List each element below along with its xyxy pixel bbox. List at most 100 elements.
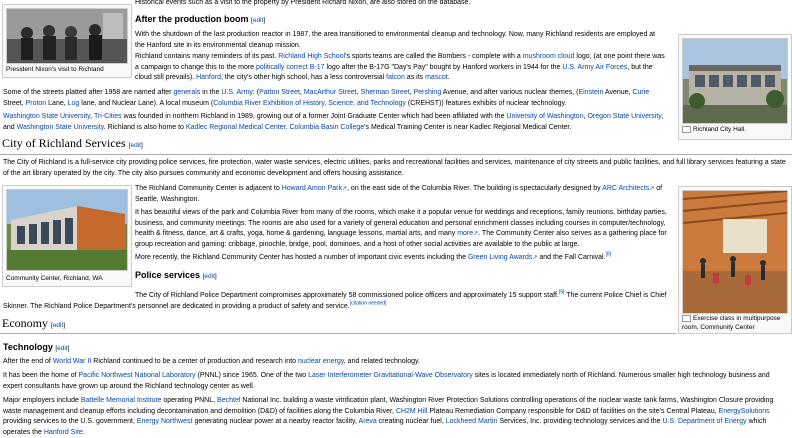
edit-link[interactable]: edit [57, 345, 67, 352]
link-howard-amon-park[interactable]: Howard Amon Park [282, 185, 342, 192]
citation-needed[interactable]: [citation needed] [350, 300, 387, 306]
link-us-doe[interactable]: U.S. Department of Energy [662, 418, 746, 425]
nixon-photo[interactable] [6, 8, 128, 64]
link-mascot[interactable]: mascot [425, 74, 448, 81]
link-politically-correct[interactable]: politically correct [256, 64, 308, 71]
link-log[interactable]: Log [68, 100, 80, 107]
text: Major employers include [3, 397, 79, 404]
text: and the Fall Carnival. [539, 254, 606, 261]
text: 's Medical Training Center is near Kadle… [364, 123, 572, 131]
edit-link[interactable]: edit [253, 17, 263, 24]
link-energysolutions[interactable]: EnergySolutions [719, 408, 770, 415]
text: . [447, 74, 450, 81]
enlarge-icon[interactable] [682, 314, 691, 322]
link-einstein[interactable]: Einstein [578, 89, 603, 96]
technology-para-2: It has been the home of Pacific Northwes… [3, 371, 791, 392]
link-more[interactable]: more [457, 230, 473, 237]
link-hanford[interactable]: Hanford [196, 74, 221, 81]
caption-text: Exercise class in multipurpose room, Com… [682, 315, 781, 331]
link-osu[interactable]: Oregon State University [587, 113, 661, 120]
text: . [82, 428, 85, 436]
community-center-photo[interactable] [6, 189, 128, 271]
link-sherman-street[interactable]: Sherman Street [361, 89, 410, 96]
link-us-army-air-forces[interactable]: U.S. Army Air Forces [562, 64, 627, 71]
heading-rule [0, 333, 676, 334]
text: logo after the B-17G "Day's Pay" bought … [326, 63, 561, 71]
link-richland-high-school[interactable]: Richland High School [278, 53, 345, 60]
text: in the [202, 89, 220, 96]
production-boom-para-2: Richland contains many reminders of its … [135, 52, 670, 84]
link-pnnl[interactable]: Pacific Northwest National Laboratory [79, 372, 196, 379]
link-generals[interactable]: generals [173, 89, 200, 96]
nixon-caption: President Nixon's visit to Richland [6, 66, 104, 73]
link-areva[interactable]: Areva [359, 418, 377, 425]
link-uw[interactable]: University of Washington [506, 113, 583, 120]
link-ligo[interactable]: Laser Interferometer Gravitational-Wave … [308, 372, 473, 379]
enlarge-icon[interactable] [682, 125, 691, 133]
text: was founded in northern Richland in 1989… [123, 113, 505, 120]
link-columbia-basin-college[interactable]: Columbia Basin College [289, 124, 364, 131]
edit-link-wrapper: [edit] [51, 322, 66, 329]
link-battelle[interactable]: Battelle Memorial Institute [81, 397, 162, 404]
link-curie[interactable]: Curie [632, 89, 649, 96]
link-macarthur-street[interactable]: MacArthur Street [304, 89, 357, 96]
link-falcon[interactable]: falcon [386, 74, 405, 81]
external-link-icon: ↗ [649, 186, 655, 192]
text: Plateau Remediation Company responsible … [429, 407, 717, 415]
link-pershing[interactable]: Pershing [414, 89, 442, 96]
link-wsu-2[interactable]: Washington State University [17, 124, 104, 131]
link-arc-architects[interactable]: ARC Architects [602, 185, 649, 192]
city-hall-photo[interactable] [682, 38, 788, 124]
text: . Richland is also home to [103, 123, 184, 131]
link-bechtel[interactable]: Bechtel [217, 397, 240, 404]
heading-text: Police services [135, 270, 201, 280]
production-boom-para-4: Washington State University, Tri-Cities … [3, 113, 664, 131]
exercise-class-photo[interactable] [682, 190, 788, 314]
police-para: The City of Richland Police Department c… [3, 290, 671, 312]
link-world-war-ii[interactable]: World War II [53, 358, 92, 365]
link-patton-street[interactable]: Patton Street [259, 89, 300, 96]
link-b17[interactable]: B-17 [310, 64, 325, 71]
text: creating nuclear fuel, [378, 418, 444, 425]
exercise-class-thumbnail: Exercise class in multipurpose room, Com… [678, 186, 792, 334]
text: generating nuclear power at a nearby rea… [194, 418, 357, 425]
link-lockheed-martin[interactable]: Lockheed Martin [446, 418, 498, 425]
edit-link-wrapper: [edit] [251, 17, 266, 24]
link-hanford-site[interactable]: Hanford Site [44, 429, 83, 436]
link-mushroom-cloud[interactable]: mushroom cloud [523, 53, 575, 60]
edit-link-wrapper: [edit] [55, 345, 70, 352]
reference-9[interactable]: [9] [559, 290, 565, 296]
edit-link[interactable]: edit [204, 273, 214, 280]
nixon-photo-graphic [7, 9, 127, 63]
technology-para-1: After the end of World War II Richland c… [3, 357, 791, 368]
heading-rule [0, 154, 792, 155]
link-kadlec[interactable]: Kadlec Regional Medical Center [186, 124, 286, 131]
link-energy-northwest[interactable]: Energy Northwest [137, 418, 193, 425]
link-green-living-awards[interactable]: Green Living Awards [468, 254, 532, 261]
exercise-class-photo-graphic [683, 191, 787, 313]
heading-text: After the production boom [135, 14, 249, 24]
heading-text: City of Richland Services [2, 136, 126, 150]
edit-link[interactable]: edit [130, 142, 140, 149]
section-heading-production-boom: After the production boom [edit] [135, 14, 265, 27]
link-proton[interactable]: Proton [26, 100, 47, 107]
edit-link[interactable]: edit [53, 322, 63, 329]
text: After the end of [3, 358, 51, 365]
heading-text: Technology [3, 342, 53, 352]
link-us-army[interactable]: U.S. Army [221, 89, 253, 96]
text: It has been the home of [3, 372, 77, 379]
city-hall-photo-graphic [683, 39, 787, 123]
link-ch2m-hill[interactable]: CH2M Hill [396, 408, 428, 415]
edit-link-wrapper: [edit] [128, 142, 143, 149]
text: Avenue, [604, 89, 631, 96]
text: Richland continued to be a center of pro… [93, 358, 297, 365]
city-hall-thumbnail: Richland City Hall. [678, 34, 792, 140]
reference-8[interactable]: [8] [606, 252, 612, 258]
community-center-caption: Community Center, Richland, WA [6, 275, 103, 282]
link-wsu[interactable]: Washington State University [3, 113, 90, 120]
link-tri-cities[interactable]: Tri-Cities [94, 113, 122, 120]
top-fragment: Historical events such as a visit to the… [135, 0, 471, 6]
link-crehst[interactable]: Columbia River Exhibition of History, Sc… [213, 100, 406, 107]
exercise-class-caption: Exercise class in multipurpose room, Com… [682, 314, 790, 332]
link-nuclear-energy[interactable]: nuclear energy [298, 358, 344, 365]
